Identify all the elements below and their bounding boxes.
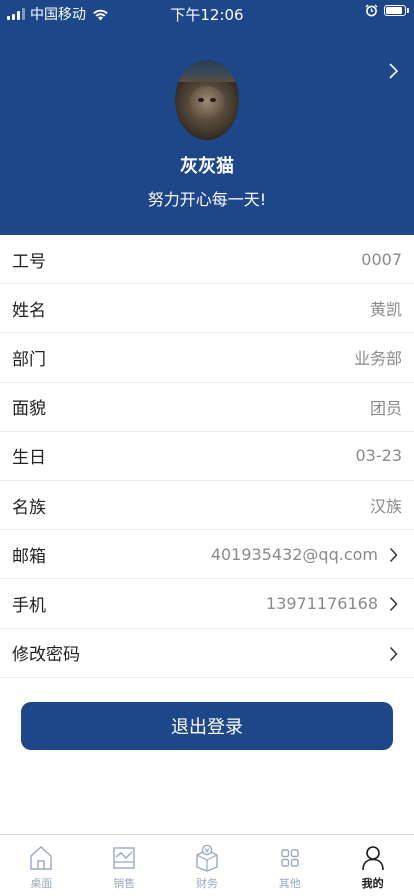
row-value: 401935432@qq.com <box>210 544 378 564</box>
tab-label: 财务 <box>195 877 218 890</box>
row-label: 部门 <box>12 349 46 370</box>
profile-header: 中国移动 下午12:06 灰灰猫 努力开心每一天! <box>0 0 414 235</box>
profile-motto: 努力开心每一天! <box>147 190 267 209</box>
tab-label: 其他 <box>278 877 301 890</box>
profile-name: 灰灰猫 <box>180 156 234 177</box>
chevron-right-icon[interactable] <box>386 62 400 80</box>
info-list: 工号 0007 姓名 黄凯 部门 业务部 面貌 团员 生日 03-23 名族 汉… <box>0 235 414 678</box>
clock: 下午12:06 <box>170 6 244 24</box>
tab-mine[interactable]: 我的 <box>331 835 414 896</box>
info-row-birthday: 生日 03-23 <box>0 432 414 481</box>
tab-sales[interactable]: 销售 <box>83 835 166 896</box>
row-label: 手机 <box>12 595 46 616</box>
finance-money-icon <box>196 844 218 872</box>
tab-label: 我的 <box>361 877 384 890</box>
row-value: 汉族 <box>369 497 402 517</box>
chevron-right-icon <box>389 646 398 661</box>
tab-label: 销售 <box>113 877 136 890</box>
info-row-ethnicity: 名族 汉族 <box>0 481 414 531</box>
logout-button[interactable]: 退出登录 <box>21 702 393 750</box>
sales-chart-icon <box>113 847 135 869</box>
battery-icon <box>384 5 409 16</box>
tab-finance[interactable]: 财务 <box>166 835 249 896</box>
row-value: 0007 <box>361 249 402 269</box>
info-row-phone[interactable]: 手机 13971176168 <box>0 579 414 629</box>
row-label: 邮箱 <box>12 546 46 567</box>
tab-bar: 桌面 销售 财务 其他 我的 <box>0 834 414 896</box>
profile-page: 中国移动 下午12:06 灰灰猫 努力开心每一天! 工号 0007 姓名 黄凯 … <box>0 0 414 896</box>
row-value: 黄凯 <box>369 300 402 320</box>
person-icon <box>361 846 384 871</box>
row-label: 修改密码 <box>12 645 80 666</box>
row-label: 名族 <box>12 497 46 518</box>
row-value: 03-23 <box>355 446 403 466</box>
info-row-change-password[interactable]: 修改密码 <box>0 629 414 678</box>
row-label: 面貌 <box>12 399 46 420</box>
tab-desktop[interactable]: 桌面 <box>0 835 83 896</box>
home-icon <box>30 846 53 870</box>
tab-other[interactable]: 其他 <box>248 835 331 896</box>
row-label: 工号 <box>12 251 46 272</box>
info-row-employee-id: 工号 0007 <box>0 235 414 285</box>
info-row-name: 姓名 黄凯 <box>0 284 414 334</box>
info-row-email[interactable]: 邮箱 401935432@qq.com <box>0 530 414 580</box>
tab-label: 桌面 <box>30 877 53 890</box>
chevron-right-icon <box>389 548 398 563</box>
info-row-political-status: 面貌 团员 <box>0 383 414 432</box>
info-row-department: 部门 业务部 <box>0 333 414 383</box>
avatar[interactable] <box>175 60 239 140</box>
row-value: 13971176168 <box>266 593 378 613</box>
grid-apps-icon <box>281 849 299 867</box>
row-value: 业务部 <box>353 349 402 369</box>
alarm-clock-icon <box>365 4 378 17</box>
status-bar: 中国移动 下午12:06 <box>0 0 414 27</box>
row-label: 姓名 <box>12 300 46 321</box>
row-label: 生日 <box>12 448 46 469</box>
row-value: 团员 <box>369 398 402 418</box>
chevron-right-icon <box>389 597 398 612</box>
